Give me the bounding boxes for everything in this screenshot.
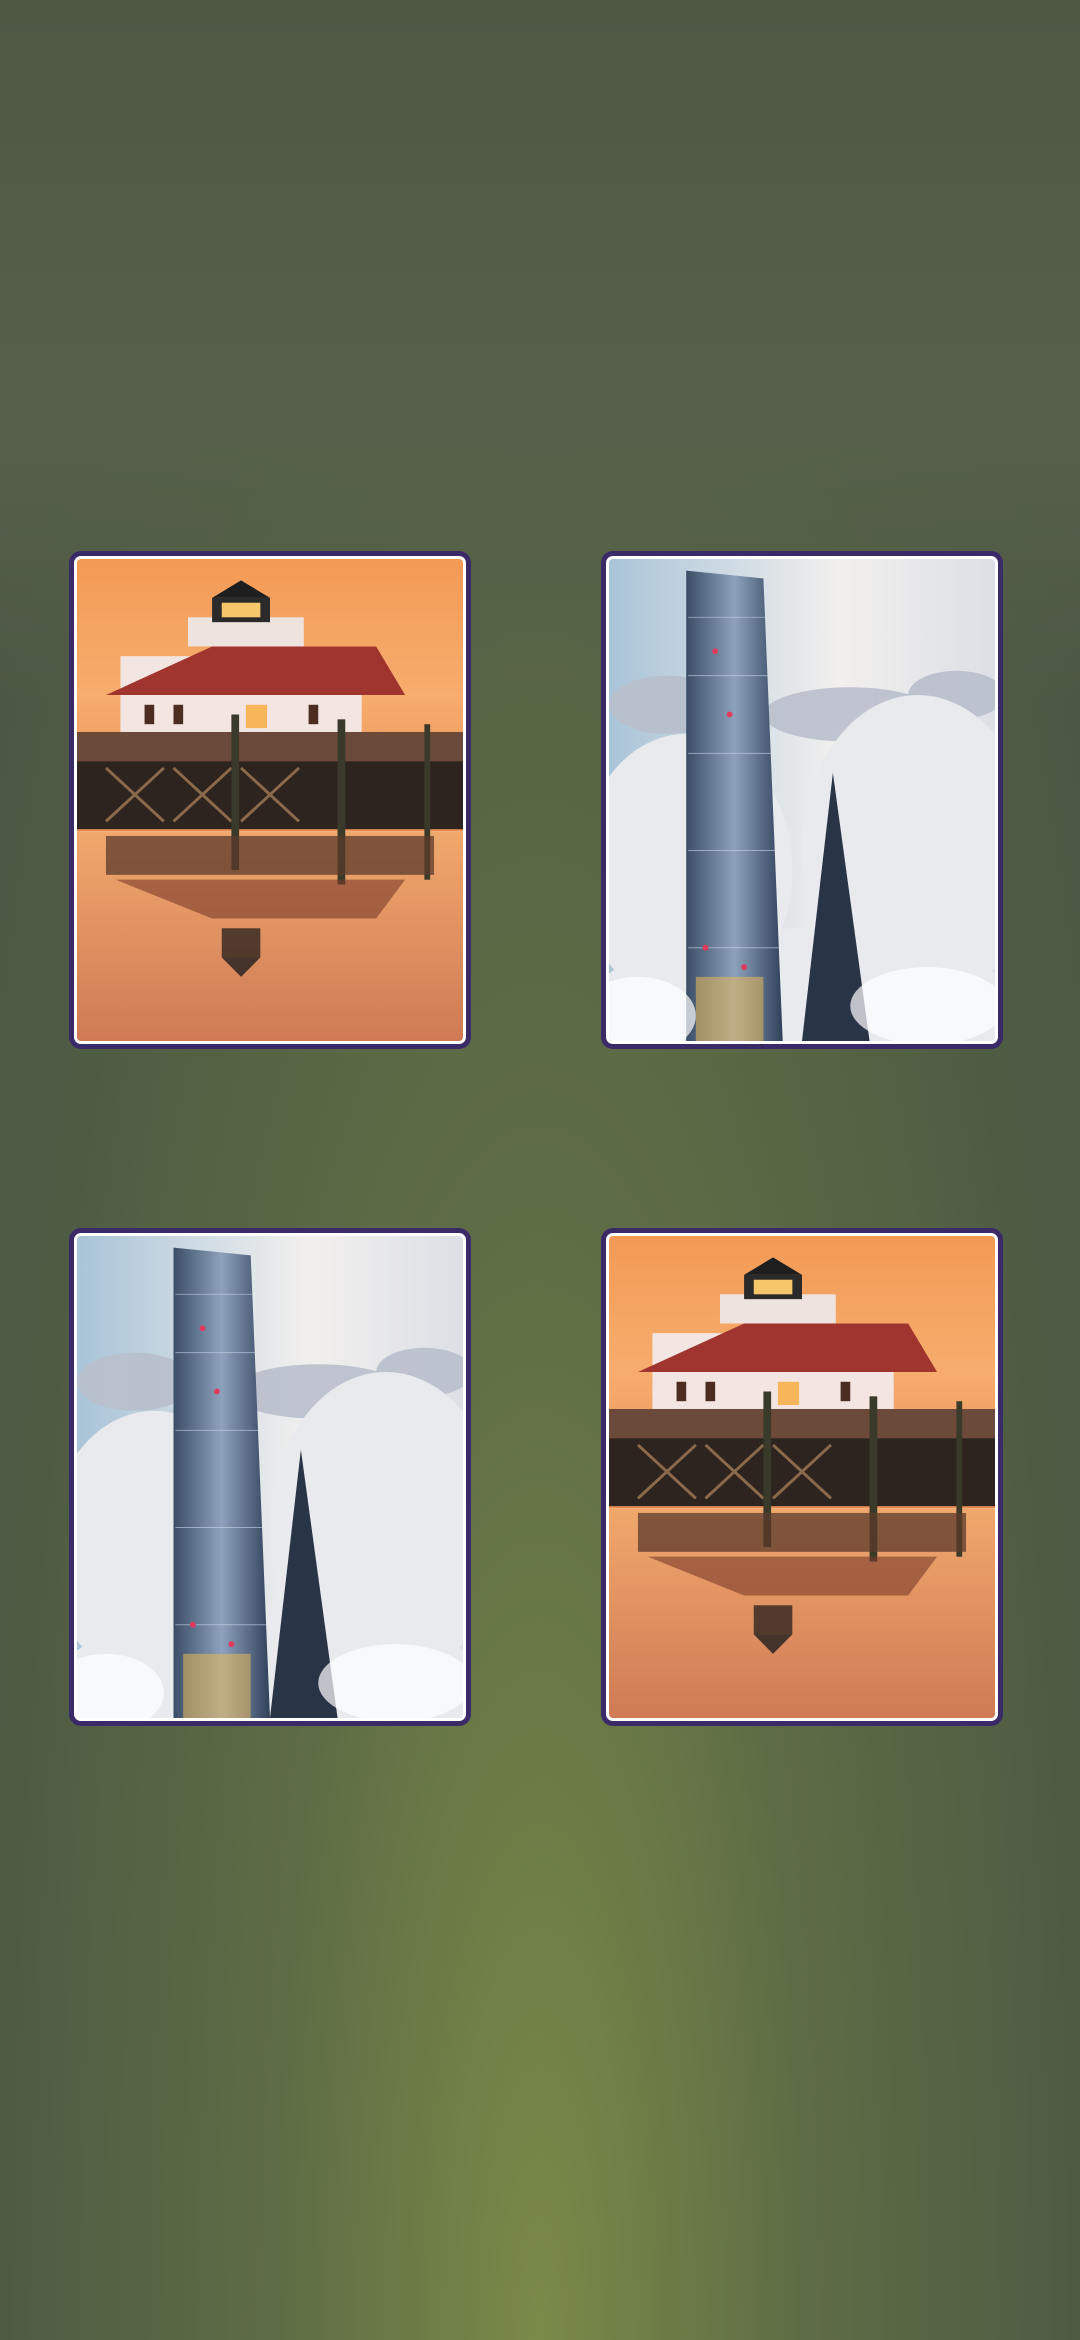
- skyscraper-image: [77, 1236, 463, 1718]
- tile-lighthouse-1[interactable]: [69, 551, 471, 1049]
- skyscraper-image: [609, 559, 995, 1041]
- lighthouse-image: [609, 1236, 995, 1718]
- lighthouse-image: [77, 559, 463, 1041]
- tile-skyscraper-1[interactable]: [601, 551, 1003, 1049]
- tile-skyscraper-2[interactable]: [69, 1228, 471, 1726]
- tile-lighthouse-2[interactable]: [601, 1228, 1003, 1726]
